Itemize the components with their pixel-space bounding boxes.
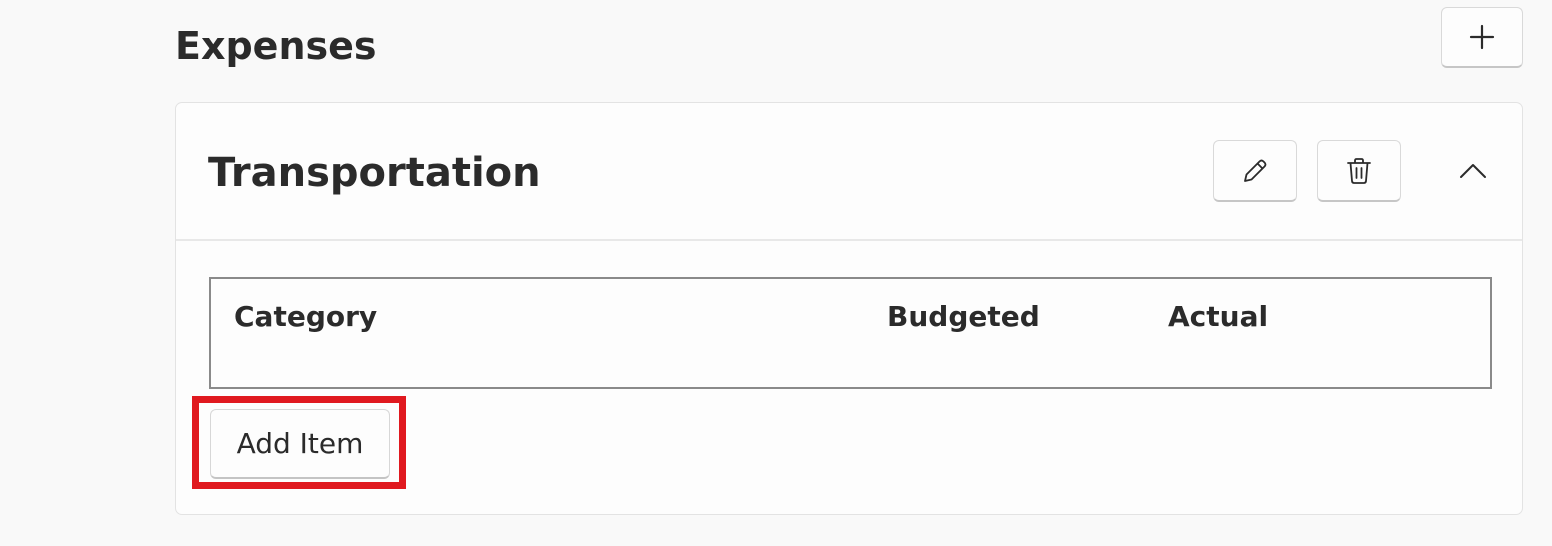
items-table: Category Budgeted Actual bbox=[209, 277, 1492, 389]
card-header: Transportation bbox=[176, 103, 1522, 241]
add-item-button[interactable]: Add Item bbox=[210, 409, 390, 479]
expenses-page: Expenses Transportation Category Budgete… bbox=[0, 0, 1552, 546]
trash-icon bbox=[1345, 156, 1373, 186]
plus-icon bbox=[1469, 24, 1495, 50]
card-title: Transportation bbox=[208, 150, 541, 196]
section-title: Expenses bbox=[175, 24, 377, 68]
column-header-actual: Actual bbox=[1168, 300, 1269, 333]
pencil-icon bbox=[1240, 156, 1270, 186]
category-card: Transportation Category Budgeted Actual … bbox=[175, 102, 1523, 515]
chevron-up-icon bbox=[1459, 162, 1487, 180]
edit-button[interactable] bbox=[1213, 140, 1297, 202]
add-category-button[interactable] bbox=[1441, 7, 1523, 68]
collapse-button[interactable] bbox=[1438, 140, 1508, 202]
delete-button[interactable] bbox=[1317, 140, 1401, 202]
column-header-category: Category bbox=[234, 300, 378, 333]
column-header-budgeted: Budgeted bbox=[887, 300, 1040, 333]
